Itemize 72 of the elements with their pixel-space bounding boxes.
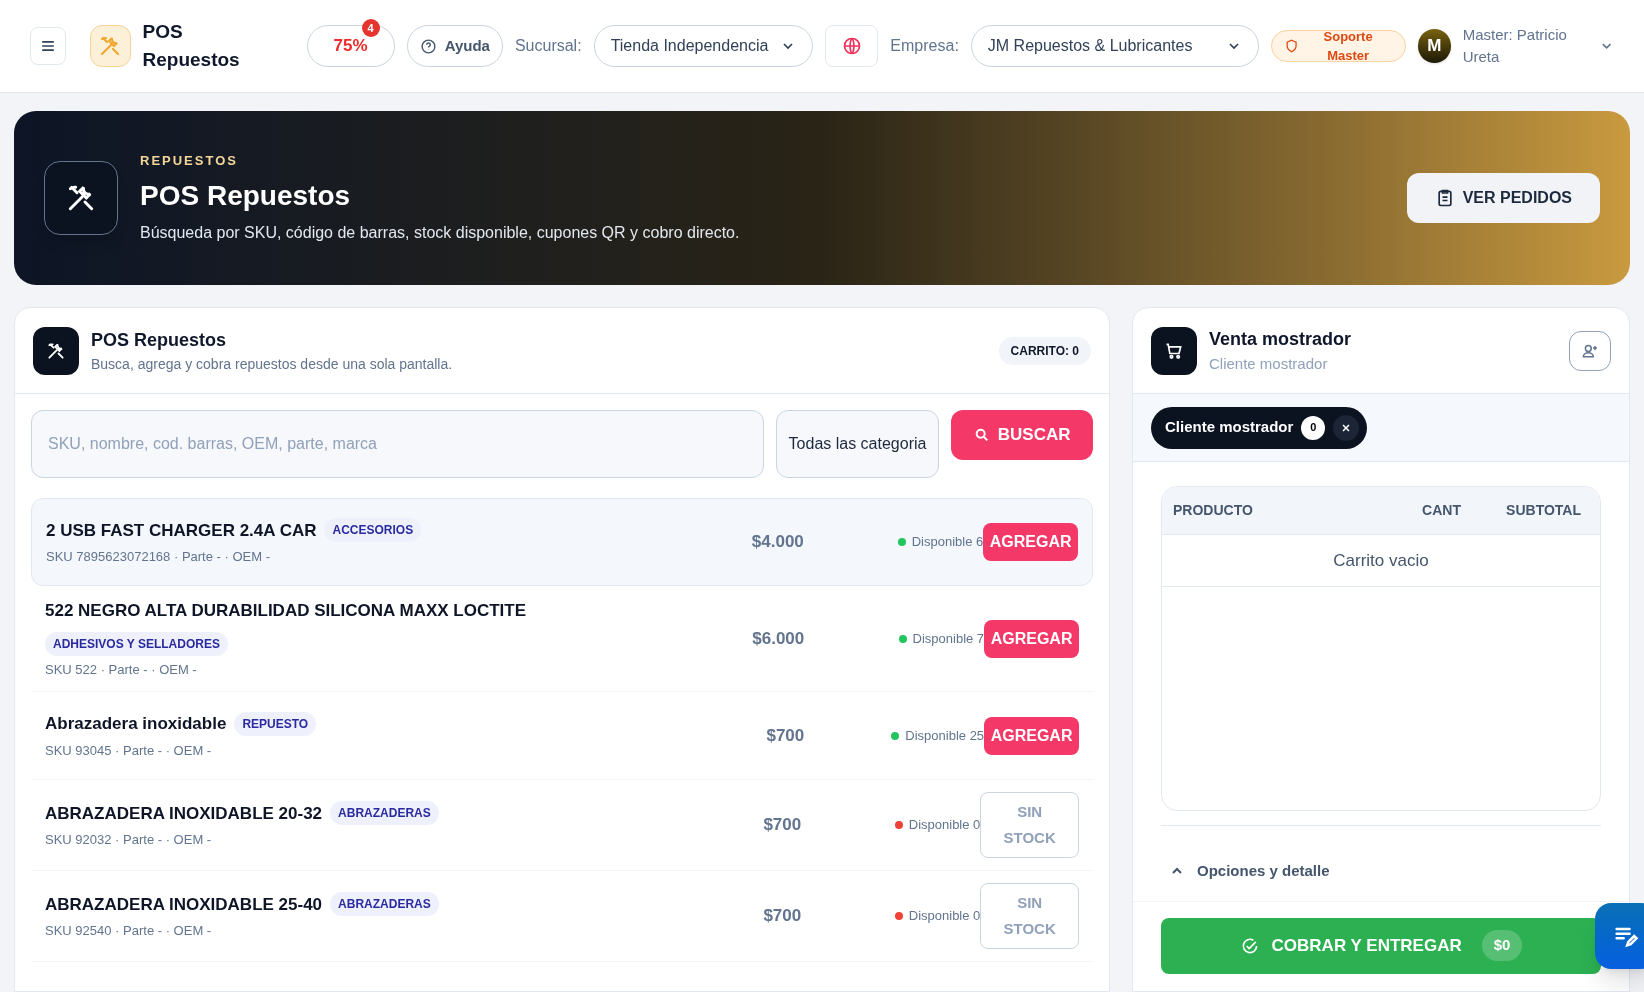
stock-status: Disponible 7 (912, 629, 985, 648)
app-title: POS Repuestos (142, 19, 241, 72)
user-avatar[interactable]: M (1418, 29, 1451, 63)
product-row[interactable]: 2 USB FAST CHARGER 2.4A CAR ACCESORIOS SKU 7895623072168 · Parte - · OEM - $4.000 Disponible 6 AGREGAR (31, 498, 1093, 586)
close-icon (1340, 421, 1353, 434)
tools-icon (46, 340, 66, 361)
category-tag: ABRAZADERAS (330, 801, 439, 826)
notification-badge: 4 (361, 19, 380, 37)
search-button[interactable]: BUSCAR (951, 410, 1093, 460)
orders-button[interactable]: VER PEDIDOS (1406, 173, 1600, 223)
product-name: ABRAZADERA INOXIDABLE 20-32 (45, 802, 323, 825)
product-row[interactable]: ABRAZADERA INOXIDABLE 20-32 ABRAZADERAS SKU 92032 · Parte - · OEM - $700 Disponible 0 SIN STOCK (31, 780, 1093, 871)
product-price: $700 (762, 814, 802, 837)
panel-subtitle: Busca, agrega y cobra repuestos desde una sola pantalla. (91, 354, 453, 374)
stock-status: Disponible 0 (908, 907, 981, 926)
search-field[interactable]: SKU, nombre, cod. barras, OEM, parte, marca (31, 410, 764, 478)
product-row[interactable]: 522 NEGRO ALTA DURABILIDAD SILICONA MAXX LOCTITE ADHESIVOS Y SELLADORES SKU 522 · Parte - · OEM - $6.000 Disponible 7 AGREGAR (31, 586, 1093, 692)
product-name: Abrazadera inoxidable (45, 713, 227, 735)
column-header: SUBTOTAL (1505, 501, 1582, 520)
menu-button[interactable] (30, 27, 67, 65)
notes-fab[interactable] (1595, 903, 1644, 969)
product-meta: SKU 92032 · Parte - · OEM - (45, 831, 213, 849)
add-client-button[interactable] (1569, 330, 1611, 371)
hero-title: POS Repuestos (140, 178, 352, 213)
sale-subtitle: Cliente mostrador (1209, 353, 1329, 374)
empty-cart-message: Carrito vacio (1333, 549, 1429, 572)
product-meta: SKU 522 · Parte - · OEM - (45, 660, 198, 679)
panel-title: POS Repuestos (91, 328, 228, 352)
options-toggle[interactable]: Opciones y detalle (1161, 860, 1338, 883)
product-meta: SKU 93045 · Parte - · OEM - (45, 741, 213, 760)
product-price: $700 (765, 724, 805, 747)
hero-subtitle: Búsqueda por SKU, código de barras, stock disponible, cupones QR y cobro directo. (140, 222, 740, 243)
language-button[interactable] (824, 25, 879, 67)
product-row[interactable]: ABRAZADERA INOXIDABLE 25-40 ABRAZADERAS SKU 92540 · Parte - · OEM - $700 Disponible 0 SIN STOCK (31, 871, 1093, 962)
remove-client-button[interactable] (1333, 414, 1360, 441)
column-header: PRODUCTO (1173, 501, 1254, 520)
add-button[interactable]: AGREGAR (984, 716, 1079, 755)
globe-icon (841, 36, 862, 56)
cart-count-badge: CARRITO: 0 (998, 336, 1091, 365)
total-badge: $0 (1481, 930, 1523, 961)
product-name: 2 USB FAST CHARGER 2.4A CAR (46, 519, 317, 542)
support-button[interactable]: Soporte Master (1270, 30, 1407, 62)
product-meta: SKU 92540 · Parte - · OEM - (45, 922, 213, 940)
product-name: 522 NEGRO ALTA DURABILIDAD SILICONA MAXX LOCTITE (45, 600, 527, 622)
stock-status: Disponible 0 (908, 816, 981, 835)
help-icon (419, 37, 437, 55)
product-price: $6.000 (751, 627, 805, 650)
category-tag: ABRAZADERAS (330, 892, 439, 917)
company-label: Empresa: (890, 36, 959, 56)
check-circle-icon (1239, 935, 1260, 956)
search-icon (973, 427, 990, 443)
stock-status: Disponible 25 (905, 726, 985, 745)
user-name: Master: Patricio Ureta (1462, 25, 1568, 67)
client-name: Cliente mostrador (1165, 417, 1294, 438)
product-row[interactable]: Abrazadera inoxidable REPUESTO SKU 93045 · Parte - · OEM - $700 Disponible 25 AGREGAR (31, 692, 1093, 780)
category-select[interactable]: Todas las categoria (775, 410, 940, 478)
add-button[interactable]: AGREGAR (983, 523, 1078, 561)
client-chip[interactable]: Cliente mostrador 0 (1151, 406, 1368, 449)
product-name: ABRAZADERA INOXIDABLE 25-40 (45, 893, 323, 916)
client-count: 0 (1301, 415, 1326, 440)
product-meta: SKU 7895623072168 · Parte - · OEM - (46, 548, 271, 566)
column-header: CANT (1421, 501, 1462, 520)
add-button[interactable]: AGREGAR (984, 619, 1079, 658)
stock-status: Disponible 6 (911, 533, 984, 552)
category-tag: ACCESORIOS (324, 518, 422, 543)
category-tag: ADHESIVOS Y SELLADORES (45, 631, 228, 656)
branch-label: Sucursal: (514, 36, 582, 56)
category-tag: REPUESTO (234, 711, 317, 736)
product-price: $4.000 (750, 531, 804, 554)
product-price: $700 (762, 905, 802, 928)
hero-eyebrow: REPUESTOS (140, 152, 239, 171)
sale-title: Venta mostrador (1209, 327, 1352, 351)
